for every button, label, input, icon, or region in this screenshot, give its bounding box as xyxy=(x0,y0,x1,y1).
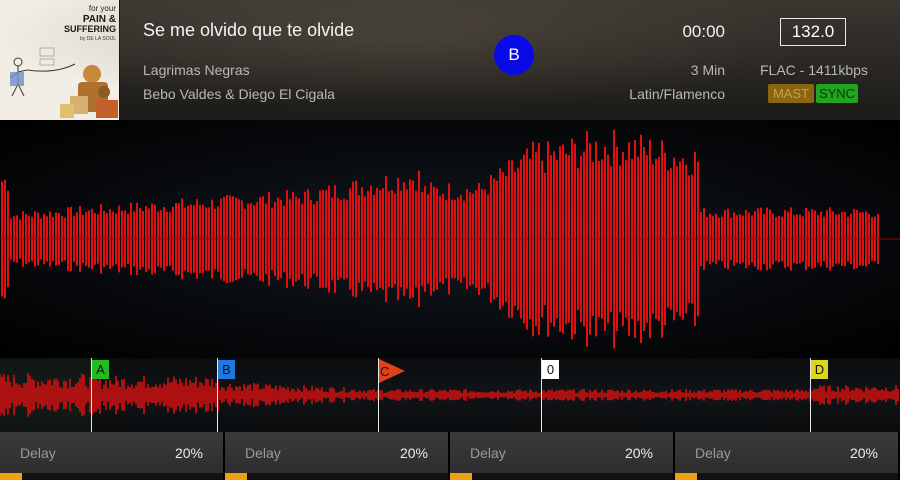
album-art-line3: SUFFERING xyxy=(64,24,116,34)
fx-level-fill xyxy=(675,473,698,480)
cue-marker-b[interactable]: B xyxy=(218,360,235,379)
track-duration: 3 Min xyxy=(690,62,725,78)
deck-label: B xyxy=(508,45,520,64)
cue-label-c: C xyxy=(380,364,390,379)
fx-unit-4[interactable]: Delay 20% xyxy=(675,432,898,480)
bpm-value: 132.0 xyxy=(791,22,835,41)
fx-level-slider[interactable] xyxy=(0,473,223,480)
track-genre: Latin/Flamenco xyxy=(629,86,725,102)
album-art: for your PAIN & SUFFERING by DE LA SOUL xyxy=(0,0,120,120)
album-name: Lagrimas Negras xyxy=(143,62,250,78)
album-art-line4: by DE LA SOUL xyxy=(80,36,116,42)
cue-marker-0[interactable]: 0 xyxy=(542,360,559,379)
fx-value: 20% xyxy=(624,445,653,461)
overview-waveform[interactable]: A B C 0 D xyxy=(0,358,900,432)
audio-format: FLAC - 1411kbps xyxy=(760,62,868,78)
master-button[interactable]: MAST xyxy=(768,84,814,103)
sync-label: SYNC xyxy=(818,86,856,101)
fx-name: Delay xyxy=(470,445,506,461)
fx-level-fill xyxy=(450,473,473,480)
fx-value: 20% xyxy=(399,445,428,461)
overview-waveform-graphic xyxy=(0,373,899,417)
fx-name: Delay xyxy=(20,445,56,461)
elapsed-time: 00:00 xyxy=(682,22,725,41)
zoomed-waveform[interactable] xyxy=(0,120,900,358)
fx-value: 20% xyxy=(849,445,878,461)
album-art-image: for your PAIN & SUFFERING by DE LA SOUL xyxy=(0,0,119,120)
fx-level-fill xyxy=(0,473,23,480)
fx-level-slider[interactable] xyxy=(675,473,898,480)
sync-button[interactable]: SYNC xyxy=(816,84,858,103)
fx-value: 20% xyxy=(174,445,203,461)
fx-level-slider[interactable] xyxy=(450,473,673,480)
overview-waveform-peaks xyxy=(0,373,899,417)
fx-name: Delay xyxy=(245,445,281,461)
zoomed-waveform-graphic xyxy=(0,129,900,349)
fx-name: Delay xyxy=(695,445,731,461)
cue-marker-d[interactable]: D xyxy=(811,360,828,379)
track-header: for your PAIN & SUFFERING by DE LA SOUL xyxy=(0,0,900,120)
cue-marker-a[interactable]: A xyxy=(92,360,109,379)
fx-level-fill xyxy=(225,473,248,480)
master-label: MAST xyxy=(772,86,810,101)
bpm-display[interactable]: 132.0 xyxy=(780,18,846,46)
fx-bar: Delay 20% Delay 20% Delay 20% Delay 20% xyxy=(0,432,900,480)
fx-unit-2[interactable]: Delay 20% xyxy=(225,432,448,480)
fx-unit-1[interactable]: Delay 20% xyxy=(0,432,223,480)
artist-name: Bebo Valdes & Diego El Cigala xyxy=(143,86,335,102)
album-art-line1: for your xyxy=(89,4,116,13)
fx-level-slider[interactable] xyxy=(225,473,448,480)
track-title: Se me olvido que te olvide xyxy=(143,20,355,40)
fx-unit-3[interactable]: Delay 20% xyxy=(450,432,673,480)
deck-indicator[interactable]: B xyxy=(494,35,534,75)
